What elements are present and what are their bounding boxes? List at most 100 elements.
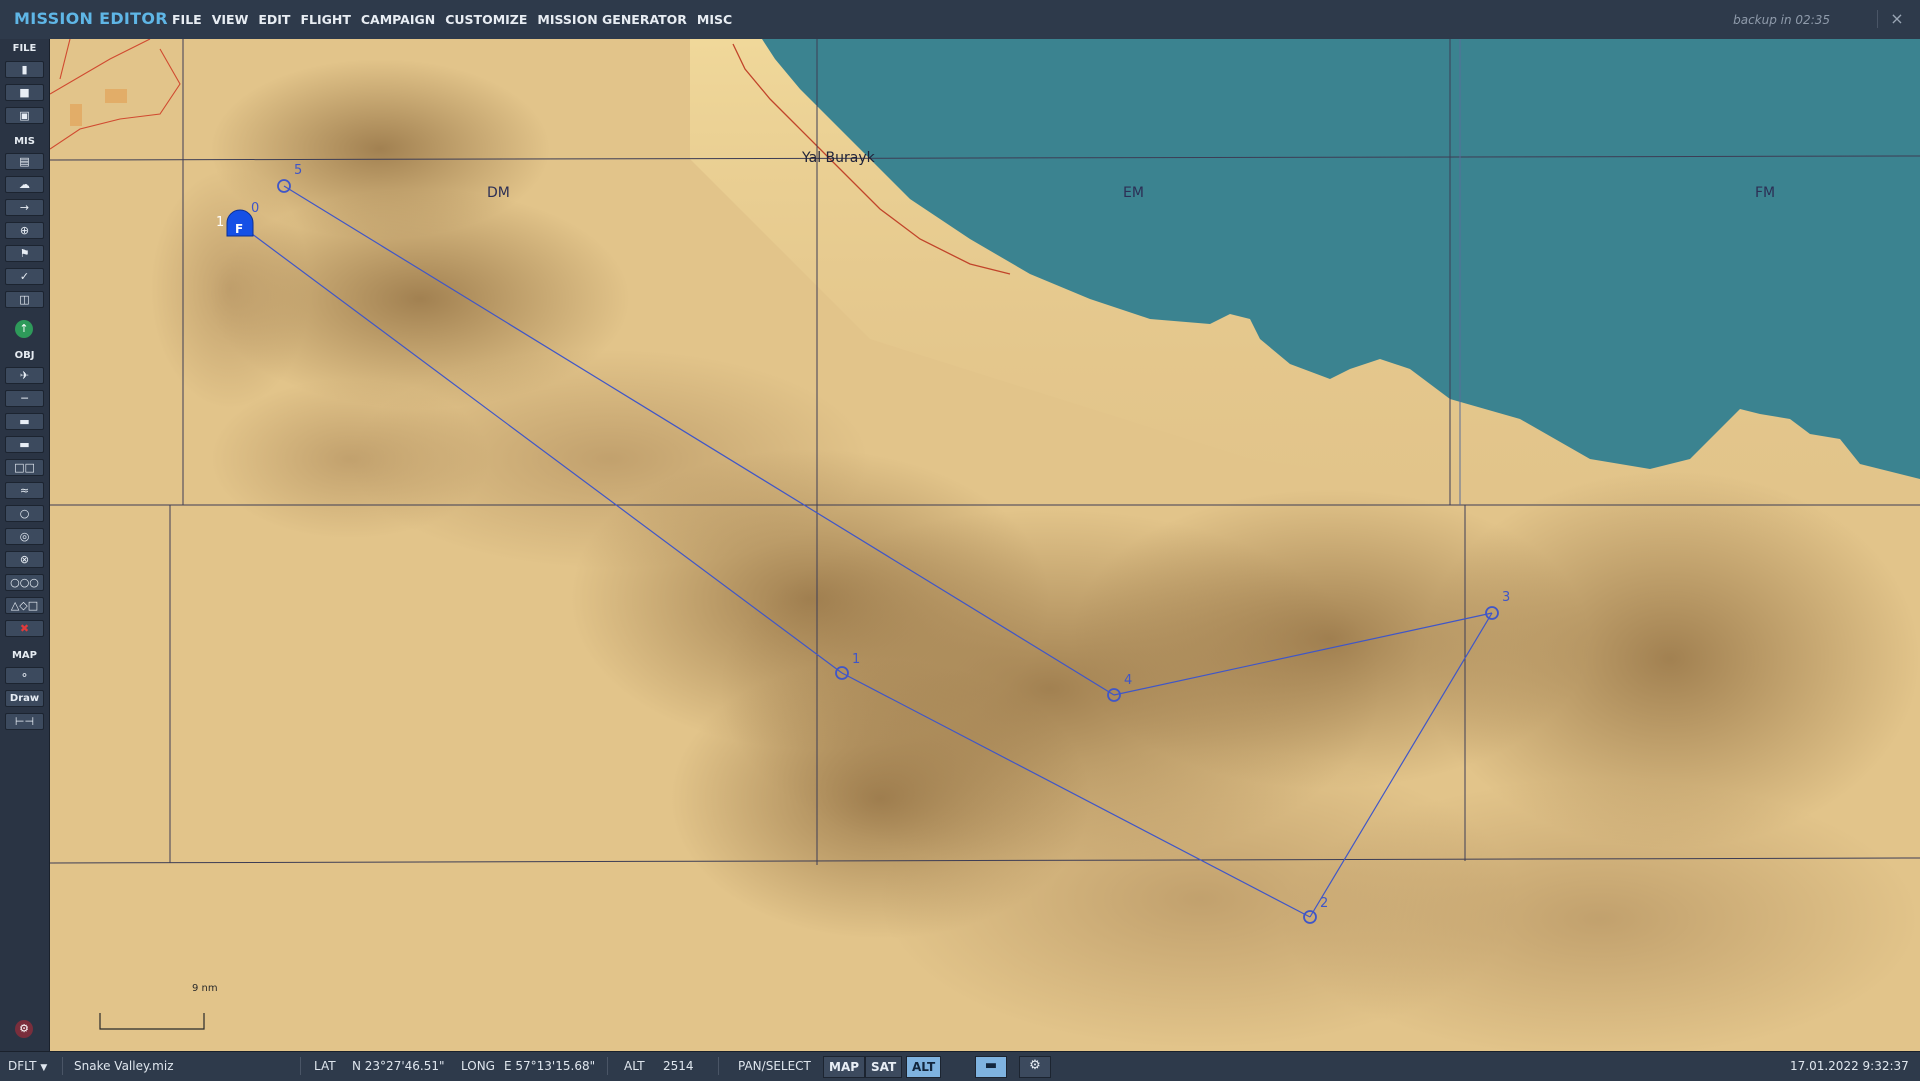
section-mis-label: MIS xyxy=(14,136,35,147)
flag-icon: ⚑ xyxy=(19,247,30,260)
new-file-icon: ▮ xyxy=(21,63,28,76)
left-toolbar: FILE ▮ ■ ▣ MIS ▤ ☁ → ⊕ ⚑ ✓ ◫ ↑ OBJ ✈ ─ ▬… xyxy=(0,39,50,1051)
tank-icon: ▬ xyxy=(19,438,30,451)
ship-icon: ▬ xyxy=(19,415,30,428)
add-zone-button[interactable]: ◎ xyxy=(5,528,44,545)
add-ship-button[interactable]: ▬ xyxy=(5,413,44,430)
menu-view[interactable]: VIEW xyxy=(212,12,249,27)
check-icon: ✓ xyxy=(19,270,30,283)
profile-select[interactable]: DFLT ▼ xyxy=(8,1059,47,1073)
waypoint-label-2: 2 xyxy=(1320,896,1328,911)
gear-icon: ⚙ xyxy=(19,1022,29,1035)
add-helicopter-button[interactable]: ─ xyxy=(5,390,44,407)
separator xyxy=(300,1057,301,1075)
triggers-button[interactable]: ⚑ xyxy=(5,245,44,262)
briefing-button[interactable]: ▤ xyxy=(5,153,44,170)
town-marker xyxy=(70,104,82,126)
save-mission-button[interactable]: ▣ xyxy=(5,107,44,124)
add-template-button[interactable]: ≈ xyxy=(5,482,44,499)
close-button[interactable]: × xyxy=(1886,8,1908,30)
static-object-icon: □□ xyxy=(14,461,35,474)
separator xyxy=(718,1057,719,1075)
shapes-icon: △◇□ xyxy=(10,599,39,612)
nav-point-icon: ○ xyxy=(19,507,30,520)
draw-button[interactable]: Draw xyxy=(5,690,44,707)
target-icon: ◎ xyxy=(19,530,30,543)
add-trigger-zone-button[interactable]: ⊗ xyxy=(5,551,44,568)
waypoint-label-3: 3 xyxy=(1502,590,1510,605)
plane-settings-button[interactable]: → xyxy=(5,199,44,216)
map-view-button[interactable]: MAP xyxy=(823,1056,866,1078)
cloud-icon: ☁ xyxy=(19,178,30,191)
new-mission-button[interactable]: ▮ xyxy=(5,61,44,78)
mission-file-name: Snake Valley.miz xyxy=(74,1059,174,1073)
template-icon: ≈ xyxy=(19,484,30,497)
lat-label: LAT xyxy=(314,1059,336,1073)
shapes-button[interactable]: △◇□ xyxy=(5,597,44,614)
layers-icon: ▬ xyxy=(984,1058,998,1073)
delete-icon: ✖ xyxy=(19,622,30,635)
failures-button[interactable]: ⊕ xyxy=(5,222,44,239)
alt-label: ALT xyxy=(624,1059,645,1073)
gear-icon: ⊕ xyxy=(19,224,30,237)
backup-timer: backup in 02:35 xyxy=(1733,13,1830,27)
gear-icon: ⚙ xyxy=(1029,1058,1041,1073)
map-canvas[interactable]: DM EM FM Yal Burayk 0 1 2 3 4 5 F 1 9 nm xyxy=(50,39,1920,1051)
menu-mission-generator[interactable]: MISSION GENERATOR xyxy=(537,12,687,27)
add-nav-point-button[interactable]: ○ xyxy=(5,505,44,522)
folder-icon: ■ xyxy=(19,86,30,99)
rings-icon: ○○○ xyxy=(10,576,39,589)
goals-button[interactable]: ✓ xyxy=(5,268,44,285)
long-label: LONG xyxy=(461,1059,495,1073)
coalitions-button[interactable]: ◫ xyxy=(5,291,44,308)
waypoint-label-1: 1 xyxy=(852,652,860,667)
mission-map[interactable]: DM EM FM Yal Burayk 0 1 2 3 4 5 F 1 9 nm xyxy=(50,39,1920,1051)
grid-label-em: EM xyxy=(1123,185,1144,201)
section-file-label: FILE xyxy=(12,43,37,54)
mode-label: PAN/SELECT xyxy=(738,1059,811,1073)
waypoint-label-4: 4 xyxy=(1124,673,1132,688)
crosshair-icon: ⊗ xyxy=(19,553,30,566)
section-obj-label: OBJ xyxy=(14,350,35,361)
weather-button[interactable]: ☁ xyxy=(5,176,44,193)
menu-customize[interactable]: CUSTOMIZE xyxy=(445,12,527,27)
open-mission-button[interactable]: ■ xyxy=(5,84,44,101)
grid-label-fm: FM xyxy=(1755,185,1775,201)
menu-file[interactable]: FILE xyxy=(172,12,202,27)
add-vehicle-button[interactable]: ▬ xyxy=(5,436,44,453)
add-plane-button[interactable]: ✈ xyxy=(5,367,44,384)
delete-button[interactable]: ✖ xyxy=(5,620,44,637)
ruler-icon: ⊢⊣ xyxy=(14,715,35,728)
separator xyxy=(62,1057,63,1075)
menu-edit[interactable]: EDIT xyxy=(258,12,290,27)
arrow-up-icon: ↑ xyxy=(19,322,29,335)
menu-flight[interactable]: FLIGHT xyxy=(300,12,350,27)
ruler-button[interactable]: ⊢⊣ xyxy=(5,713,44,730)
menu-campaign[interactable]: CAMPAIGN xyxy=(361,12,435,27)
separator xyxy=(607,1057,608,1075)
waypoint-label-5: 5 xyxy=(294,163,302,178)
status-bar: DFLT ▼ Snake Valley.miz LAT N 23°27'46.5… xyxy=(0,1051,1920,1081)
start-mission-button[interactable]: ↑ xyxy=(15,320,33,338)
scale-label: 9 nm xyxy=(192,983,218,994)
clipboard-icon: ▤ xyxy=(19,155,30,168)
map-settings-button[interactable]: ⚙ xyxy=(1019,1056,1051,1078)
jet-icon: ✈ xyxy=(19,369,30,382)
long-value: E 57°13'15.68" xyxy=(504,1059,596,1073)
add-group-button[interactable]: ○○○ xyxy=(5,574,44,591)
alt-view-button[interactable]: ALT xyxy=(906,1056,942,1078)
grid-label-dm: DM xyxy=(487,185,510,201)
main-menu: FILE VIEW EDIT FLIGHT CAMPAIGN CUSTOMIZE… xyxy=(172,12,742,27)
save-icon: ▣ xyxy=(19,109,30,122)
map-options-button[interactable]: ⚬ xyxy=(5,667,44,684)
section-map-label: MAP xyxy=(11,650,38,661)
settings-button[interactable]: ⚙ xyxy=(15,1020,33,1038)
layers-button[interactable]: ▬ xyxy=(975,1056,1007,1078)
add-static-button[interactable]: □□ xyxy=(5,459,44,476)
sat-view-button[interactable]: SAT xyxy=(865,1056,903,1078)
menu-misc[interactable]: MISC xyxy=(697,12,732,27)
app-title: MISSION EDITOR xyxy=(14,9,168,28)
plane-icon: → xyxy=(19,201,30,214)
network-icon: ◫ xyxy=(19,293,30,306)
profile-value: DFLT xyxy=(8,1059,37,1073)
